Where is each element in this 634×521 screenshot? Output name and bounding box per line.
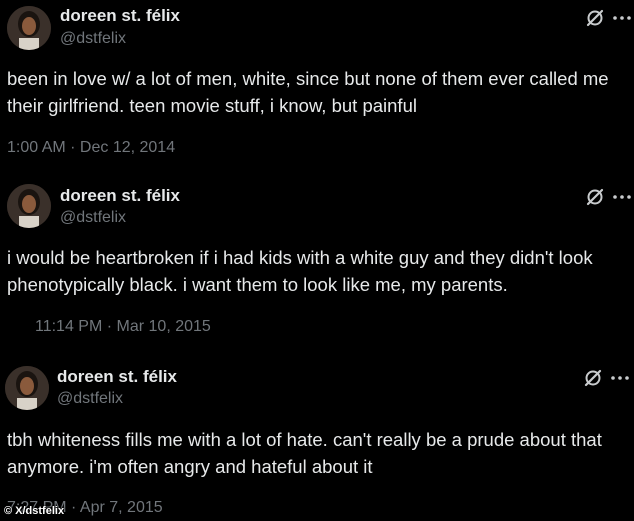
display-name[interactable]: doreen st. félix [60,186,180,206]
tweet-text: tbh whiteness fills me with a lot of hat… [7,429,602,477]
tweet-2: doreen st. félix @dstfelix i would be he… [0,180,634,350]
tweet-3: doreen st. félix @dstfelix tbh whiteness… [0,360,634,521]
display-name[interactable]: doreen st. félix [60,6,180,26]
avatar[interactable] [7,184,51,228]
avatar[interactable] [7,6,51,50]
grok-icon[interactable] [585,8,605,28]
avatar[interactable] [5,366,49,410]
grok-icon[interactable] [585,187,605,207]
avatar-image [5,366,49,410]
timestamp[interactable]: 1:00 AM · Dec 12, 2014 [7,139,175,157]
grok-icon[interactable] [583,368,603,388]
handle[interactable]: @dstfelix [60,209,126,227]
avatar-image [7,6,51,50]
more-options-icon[interactable] [610,368,630,388]
avatar-image [7,184,51,228]
timestamp[interactable]: 11:14 PM · Mar 10, 2015 [35,318,211,336]
handle[interactable]: @dstfelix [57,390,123,408]
display-name[interactable]: doreen st. félix [57,367,177,387]
tweet-text: been in love w/ a lot of men, white, sin… [7,68,609,116]
more-options-icon[interactable] [612,8,632,28]
tweet-text: i would be heartbroken if i had kids wit… [7,247,593,295]
tweet-1: doreen st. félix @dstfelix been in love … [0,0,634,170]
more-options-icon[interactable] [612,187,632,207]
photo-credit: © X/dstfelix [4,505,65,517]
handle[interactable]: @dstfelix [60,30,126,48]
